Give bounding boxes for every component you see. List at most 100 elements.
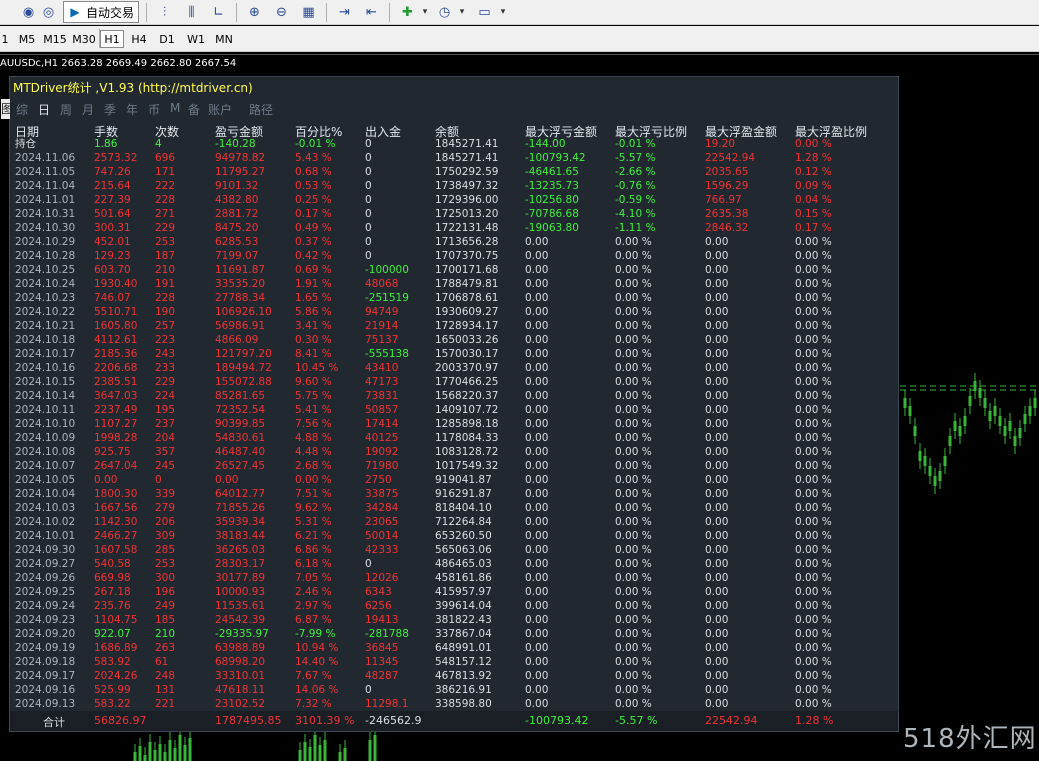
autoscroll-icon[interactable]: ⇤ — [361, 2, 382, 23]
cell-10: 0.04 % — [795, 194, 832, 206]
chevron-down-icon[interactable]: ▾ — [456, 2, 468, 23]
cell-8: 0.00 % — [615, 572, 652, 584]
cell-8: 0.00 % — [615, 264, 652, 276]
timeframe-m30[interactable]: M30 — [71, 30, 97, 48]
table-row: 2024.10.03 1667.56 279 71855.26 9.62 % 34284 8… — [10, 501, 898, 515]
zoom-out-icon[interactable]: ⊖ — [271, 2, 292, 23]
cell-9: 0.00 — [705, 628, 729, 640]
tab-7[interactable]: M — [170, 101, 180, 115]
panel-edge-tab[interactable]: 图 — [1, 99, 13, 119]
cell-4: 2.97 % — [295, 600, 332, 612]
table-row: 2024.10.09 1998.28 204 54830.61 4.88 % 40125 1… — [10, 431, 898, 445]
candlestick-icon[interactable]: ⫼ — [181, 2, 202, 23]
cell-9: 0.00 — [705, 670, 729, 682]
templates-icon[interactable]: ▭ — [474, 2, 495, 23]
cell-3: 2881.72 — [215, 208, 259, 220]
main-toolbar: ◉ ◎ ▶ 自动交易 ⫶ ⫼ ∟ ⊕ ⊖ ▦ ⇥ ⇤ ✚ ▾ ◷ ▾ ▭ ▾ — [0, 0, 1039, 25]
cell-2: 696 — [155, 152, 176, 164]
cell-1: 1142.30 — [94, 516, 138, 528]
timeframe-m5[interactable]: M5 — [15, 30, 39, 48]
cell-3: 11795.27 — [215, 166, 266, 178]
timeframe-mn[interactable]: MN — [211, 30, 237, 48]
timeframe-d1[interactable]: D1 — [156, 30, 178, 48]
tab-9[interactable]: 账户 — [208, 101, 232, 118]
table-row: 2024.11.04 215.64 222 9101.32 0.53 % 0 1738497… — [10, 179, 898, 193]
cell-7: 0.00 — [525, 264, 549, 276]
cell-5: 0 — [365, 558, 372, 570]
table-row: 2024.10.24 1930.40 191 33535.20 1.91 % 48068 1… — [10, 277, 898, 291]
indicators-icon[interactable]: ✚ — [397, 2, 418, 23]
cell-4: 5.43 % — [295, 152, 332, 164]
cell-3: 56986.91 — [215, 320, 266, 332]
line-chart-icon[interactable]: ∟ — [208, 2, 229, 23]
tab-4[interactable]: 季 — [104, 101, 116, 118]
cell-10: 0.00 % — [795, 376, 832, 388]
cell-4: 0.17 % — [295, 208, 332, 220]
cell-0: 2024.10.31 — [15, 208, 76, 220]
cell-6: 1930609.27 — [435, 306, 499, 318]
chart-shift-icon[interactable]: ⇥ — [334, 2, 355, 23]
cell-5: 0 — [365, 684, 372, 696]
cell-5: 11298.1 — [365, 698, 409, 710]
table-row: 持仓 1.86 4 -140.28 -0.01 % 0 1845271.41 -144.00 -… — [10, 137, 898, 151]
tab-5[interactable]: 年 — [126, 101, 138, 118]
broadcast-icon[interactable]: ◎ — [38, 2, 59, 23]
signal-icon[interactable]: ◉ — [18, 2, 39, 23]
cell-8: -0.59 % — [615, 194, 656, 206]
cell-0: 2024.10.16 — [15, 362, 76, 374]
cell-0: 2024.09.27 — [15, 558, 76, 570]
chevron-down-icon[interactable]: ▾ — [419, 2, 431, 23]
cell-2: 195 — [155, 404, 176, 416]
tab-10[interactable]: 路径 — [249, 101, 273, 118]
tile-windows-icon[interactable]: ▦ — [298, 2, 319, 23]
table-row: 2024.09.18 583.92 61 68998.20 14.40 % 11345 54… — [10, 655, 898, 669]
tab-8[interactable]: 备 — [188, 101, 200, 118]
periods-icon[interactable]: ◷ — [434, 2, 455, 23]
cell-2: 210 — [155, 264, 176, 276]
tab-6[interactable]: 币 — [148, 101, 160, 118]
cell-0: 2024.10.18 — [15, 334, 76, 346]
cell-10: 0.00 % — [795, 600, 832, 612]
cell-5: 0 — [365, 166, 372, 178]
cell-6: 338598.80 — [435, 698, 492, 710]
cell-8: 0.00 % — [615, 236, 652, 248]
cell-4: 0.53 % — [295, 180, 332, 192]
cell-6: 467813.92 — [435, 670, 492, 682]
table-row: 2024.09.24 235.76 249 11535.61 2.97 % 6256 399… — [10, 599, 898, 613]
tab-2[interactable]: 周 — [60, 101, 72, 118]
cell-1: 1998.28 — [94, 432, 138, 444]
cell-6: 565063.06 — [435, 544, 492, 556]
cell-8: 0.00 % — [615, 558, 652, 570]
chevron-down-icon[interactable]: ▾ — [497, 2, 509, 23]
cell-5: 0 — [365, 208, 372, 220]
cell-9: 0.00 — [705, 698, 729, 710]
timeframe-m15[interactable]: M15 — [42, 30, 68, 48]
auto-trading-button[interactable]: ▶ 自动交易 — [63, 1, 139, 23]
cell-10: 0.00 % — [795, 390, 832, 402]
cell-2: 285 — [155, 544, 176, 556]
tab-3[interactable]: 月 — [82, 101, 94, 118]
tab-0[interactable]: 综 — [16, 101, 28, 118]
cell-6: 1728934.17 — [435, 320, 499, 332]
zoom-in-icon[interactable]: ⊕ — [244, 2, 265, 23]
table-row: 2024.10.08 925.75 357 46487.40 4.48 % 19092 10… — [10, 445, 898, 459]
timeframe-m1[interactable]: 1 — [0, 30, 10, 48]
cell-10: 0.00 % — [795, 432, 832, 444]
timeframe-h1[interactable]: H1 — [100, 30, 124, 48]
bar-chart-icon[interactable]: ⫶ — [154, 2, 175, 23]
cell-0: 2024.11.05 — [15, 166, 76, 178]
cell-4: 7.32 % — [295, 698, 332, 710]
cell-7: 0.00 — [525, 544, 549, 556]
cell-0: 2024.11.06 — [15, 152, 76, 164]
tab-1[interactable]: 日 — [38, 101, 50, 118]
cell-9: 0.00 — [705, 474, 729, 486]
cell-7: 0.00 — [525, 516, 549, 528]
cell-2: 210 — [155, 628, 176, 640]
cell-1: 129.23 — [94, 250, 131, 262]
timeframe-w1[interactable]: W1 — [184, 30, 208, 48]
cell-1: 2185.36 — [94, 348, 138, 360]
cell-10: 0.00 % — [795, 320, 832, 332]
timeframe-h4[interactable]: H4 — [128, 30, 150, 48]
cell-8: 0.00 % — [615, 404, 652, 416]
toolbar-separator — [389, 3, 390, 22]
